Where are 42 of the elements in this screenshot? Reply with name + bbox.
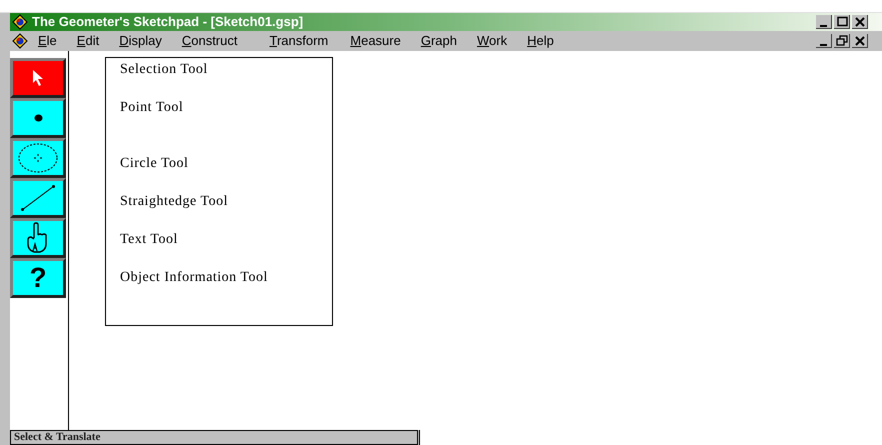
menu-item[interactable]: Edit: [70, 31, 106, 51]
maximize-button[interactable]: [834, 15, 850, 29]
arrow-icon: [31, 69, 45, 87]
tool-menu-item[interactable]: Selection Tool: [120, 62, 270, 78]
line-segment-icon: [20, 184, 56, 212]
minimize-button[interactable]: [816, 34, 832, 48]
menu-item[interactable]: Help: [521, 31, 560, 51]
menu-item[interactable]: Work: [471, 31, 514, 51]
question-mark-icon: ?: [29, 264, 47, 292]
restore-button[interactable]: [834, 34, 850, 48]
window-title: The Geometer's Sketchpad - [Sketch01.gsp]: [32, 13, 304, 32]
tool-menu-item[interactable]: Straightedge Tool: [120, 194, 270, 210]
close-icon: [852, 34, 866, 48]
tool-menu-item[interactable]: Circle Tool: [120, 156, 270, 172]
tool-button[interactable]: [10, 138, 66, 178]
minimize-icon: [820, 24, 827, 26]
status-text: Select & Translate: [14, 432, 100, 443]
menu-item[interactable]: Ele: [32, 31, 63, 51]
menu-item[interactable]: Display: [113, 31, 168, 51]
minimize-icon: [820, 44, 827, 46]
tool-button[interactable]: [10, 58, 66, 98]
tool-button[interactable]: ?: [10, 258, 66, 298]
menu-item[interactable]: Measure: [344, 31, 407, 51]
menu-item[interactable]: Construct: [176, 31, 244, 51]
menu-item[interactable]: Transform: [263, 31, 334, 51]
app-logo-icon: [12, 14, 28, 30]
tool-menu-item[interactable]: Point Tool: [120, 100, 270, 116]
close-icon: [852, 14, 866, 28]
tool-button[interactable]: [10, 218, 66, 258]
dot-icon: [34, 114, 42, 122]
tool-menu-item[interactable]: Object Information Tool: [120, 270, 270, 286]
tool-button[interactable]: [10, 98, 66, 138]
menu-item[interactable]: Graph: [414, 31, 463, 51]
minimize-button[interactable]: [816, 15, 832, 29]
app-logo-icon: [12, 33, 28, 49]
circle-icon: [17, 142, 59, 174]
close-button[interactable]: [852, 15, 868, 29]
close-button[interactable]: [852, 34, 868, 48]
tool-menu-item[interactable]: Text Tool: [120, 232, 270, 248]
maximize-icon: [834, 14, 848, 28]
restore-icon: [834, 34, 848, 48]
tool-button[interactable]: [10, 178, 66, 218]
